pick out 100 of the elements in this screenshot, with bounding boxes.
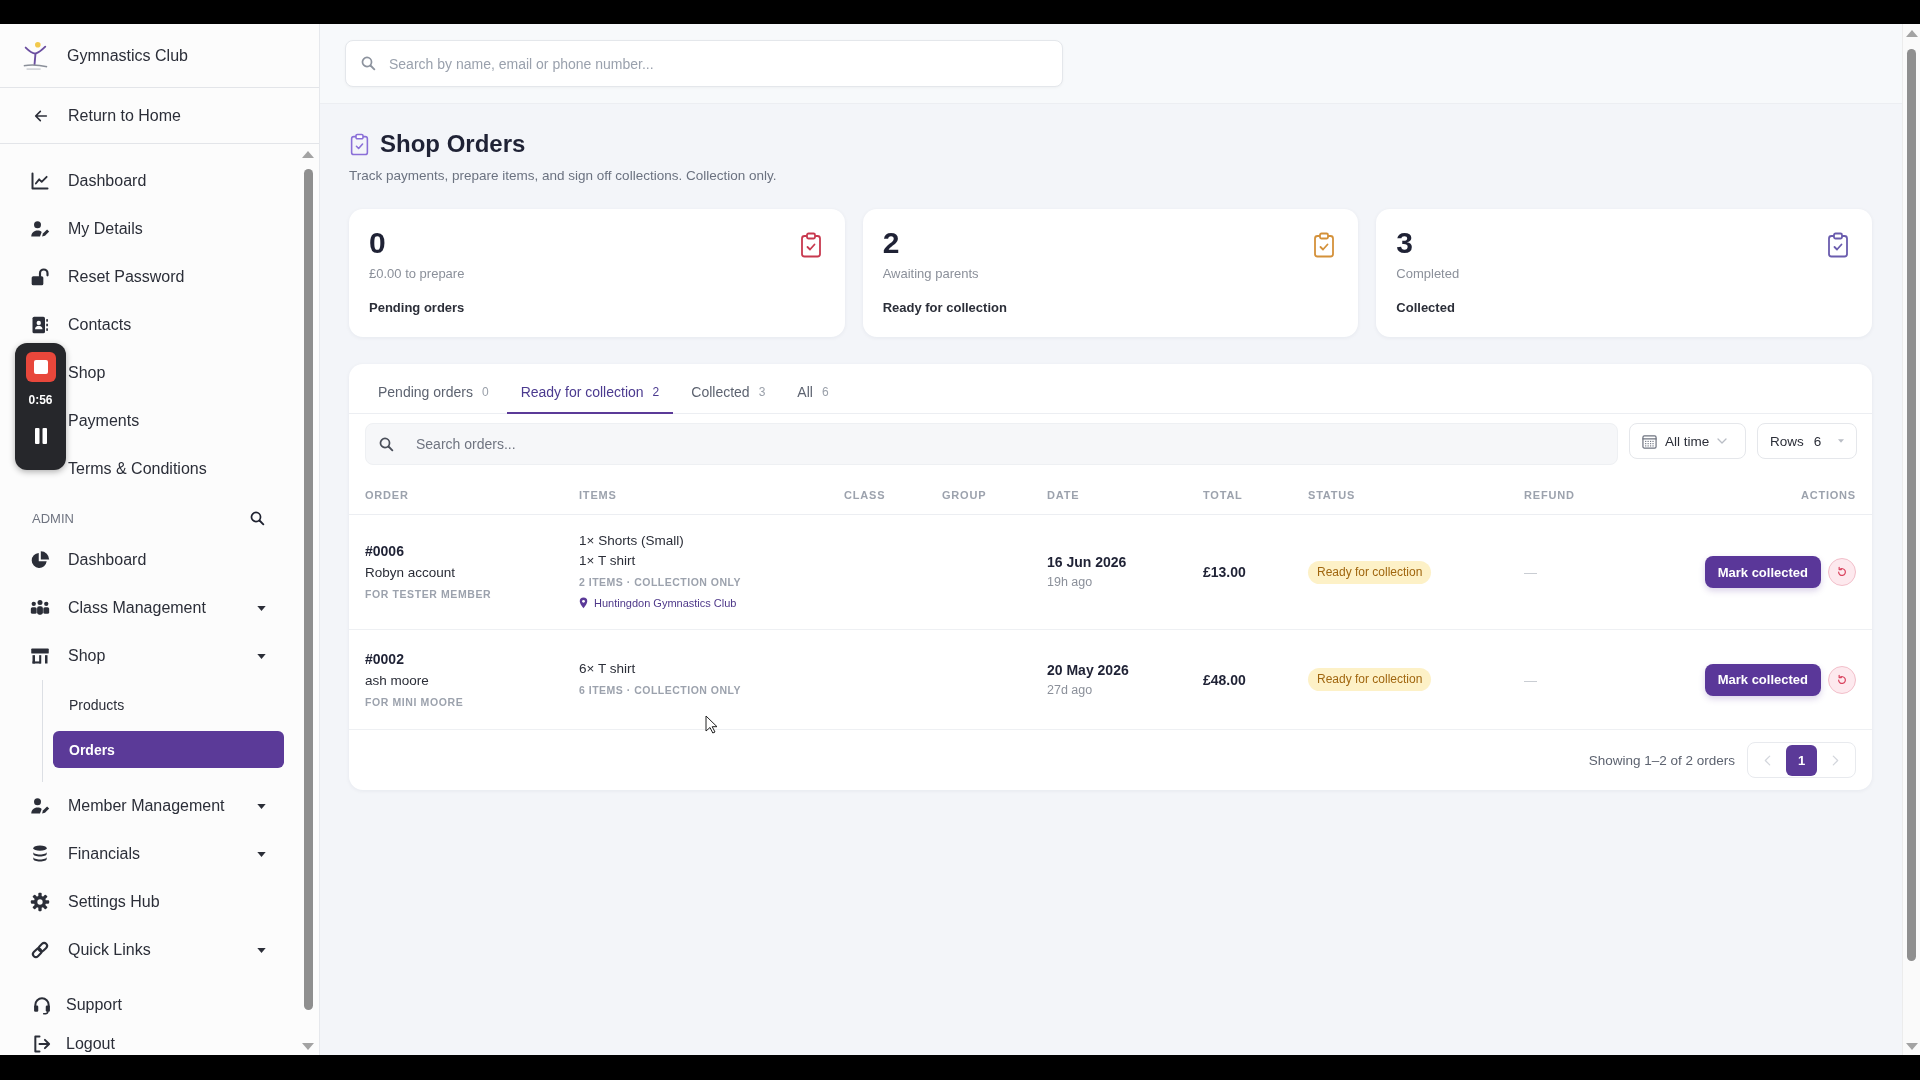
search-icon[interactable] — [249, 510, 265, 526]
stop-icon — [33, 360, 48, 374]
tab[interactable]: Pending orders 0 — [364, 364, 503, 414]
column-header: ORDER — [365, 488, 409, 501]
customer-name: ash moore — [365, 671, 430, 690]
stat-label: Ready for collection — [882, 299, 1007, 317]
status-badge: Ready for collection — [1308, 668, 1432, 691]
nav-item[interactable]: Financials — [30, 830, 266, 878]
nav-item[interactable]: Payments — [68, 397, 266, 445]
submenu-item[interactable]: Products — [53, 686, 284, 723]
nav-item[interactable]: Shop — [30, 632, 266, 680]
person-pencil-icon — [30, 219, 50, 239]
nav-item[interactable]: Reset Password — [30, 253, 266, 301]
nav-item[interactable]: Terms & Conditions — [68, 445, 266, 493]
people-group-icon — [30, 598, 50, 618]
revert-button[interactable] — [1828, 665, 1856, 694]
order-total: £48.00 — [1203, 671, 1246, 688]
pickup-location: Huntingdon Gymnastics Club — [594, 597, 737, 609]
submenu-item[interactable]: Orders — [53, 731, 284, 768]
nav-item[interactable]: My Details — [30, 205, 266, 253]
status-badge: Ready for collection — [1308, 560, 1432, 584]
headset-icon — [32, 995, 52, 1015]
stat-detail: Awaiting parents — [882, 265, 980, 283]
member-name: FOR MINI MOORE — [365, 694, 465, 710]
refund-value: — — [1524, 672, 1537, 688]
line-chart-icon — [30, 171, 50, 191]
mark-collected-button[interactable]: Mark collected — [1704, 556, 1821, 588]
tab[interactable]: Collected 3 — [677, 364, 780, 414]
item-line: 1× Shorts (Small) — [579, 533, 684, 548]
nav-item[interactable]: Dashboard — [30, 157, 266, 205]
column-header: GROUP — [942, 488, 987, 501]
caret-icon — [257, 803, 266, 809]
order-number: #0002 — [365, 649, 405, 669]
search-icon — [378, 436, 394, 452]
link-icon — [30, 940, 50, 960]
nav-item[interactable]: Contacts — [30, 301, 266, 349]
customer-name: Robyn account — [365, 564, 457, 582]
address-book-icon — [30, 315, 50, 335]
tab[interactable]: Ready for collection 2 — [506, 364, 674, 414]
tab[interactable]: All 6 — [783, 364, 843, 414]
page-subtitle: Track payments, prepare items, and sign off collections. Collection only. — [349, 167, 778, 185]
stop-recording-button[interactable] — [25, 352, 56, 382]
coin-stack-icon — [30, 844, 50, 864]
items-summary: 6 ITEMS · COLLECTION ONLY — [579, 683, 742, 696]
mouse-pointer-icon — [705, 715, 718, 734]
revert-button[interactable] — [1828, 558, 1856, 586]
brand-name: Gymnastics Club — [67, 46, 188, 65]
nav-item[interactable]: Dashboard — [30, 536, 266, 584]
column-header: REFUND — [1524, 488, 1575, 501]
search-icon — [360, 55, 376, 71]
chevron-down-icon — [1717, 438, 1728, 444]
chevron-right-icon — [1832, 754, 1839, 766]
column-header: ACTIONS — [1800, 488, 1856, 501]
caret-icon — [257, 653, 266, 659]
search-field[interactable]: Search by name, email or phone number... — [345, 40, 1063, 87]
calendar-icon — [1642, 433, 1657, 449]
nav-item[interactable]: Shop — [68, 349, 266, 397]
rows-dropdown[interactable]: Rows 6 — [1757, 423, 1857, 459]
order-number: #0006 — [365, 542, 405, 561]
caret-icon — [1838, 439, 1844, 443]
search-field[interactable]: Search orders... — [365, 423, 1618, 465]
nav-item[interactable]: Quick Links — [30, 926, 266, 974]
column-header: CLASS — [844, 488, 886, 501]
order-date: 16 Jun 2026 — [1047, 553, 1128, 572]
stat-value: 0 — [369, 226, 387, 260]
caret-icon — [257, 605, 266, 611]
circular-arrow-icon — [1836, 673, 1848, 686]
stat-value: 3 — [1396, 226, 1414, 260]
caret-icon — [257, 947, 266, 953]
nav-item[interactable]: Member Management — [30, 782, 266, 830]
order-total: £13.00 — [1203, 564, 1246, 580]
circular-arrow-icon — [1836, 566, 1848, 578]
nav-item[interactable]: Support — [32, 985, 266, 1025]
pause-icon[interactable] — [33, 428, 48, 444]
caret-icon — [257, 851, 266, 857]
item-line: 6× T shirt — [579, 660, 636, 676]
date-filter-dropdown[interactable]: All time — [1629, 423, 1746, 459]
nav-item[interactable]: Class Management — [30, 584, 266, 632]
item-line: 1× T shirt — [579, 553, 636, 568]
page-button[interactable]: 1 — [1786, 744, 1817, 776]
refund-value: — — [1524, 565, 1537, 580]
nav-item[interactable]: Logout — [32, 1025, 266, 1055]
scrollbar[interactable] — [1902, 24, 1920, 1055]
column-header: ITEMS — [579, 488, 617, 501]
gymnast-logo-icon — [21, 40, 49, 71]
storefront-icon — [30, 646, 50, 666]
stat-label: Collected — [1396, 299, 1456, 317]
column-header: STATUS — [1308, 488, 1356, 501]
items-summary: 2 ITEMS · COLLECTION ONLY — [579, 576, 742, 588]
column-header: DATE — [1047, 488, 1080, 501]
pie-chart-icon — [30, 550, 50, 570]
stat-label: Pending orders — [369, 299, 465, 317]
relative-time: 27d ago — [1047, 681, 1094, 699]
member-name: FOR TESTER MEMBER — [365, 587, 493, 602]
mark-collected-button[interactable]: Mark collected — [1704, 663, 1821, 696]
return-home-link[interactable]: Return to Home — [33, 106, 181, 125]
nav-item[interactable]: Settings Hub — [30, 878, 266, 926]
section-heading: ADMIN — [32, 510, 74, 528]
stat-detail: Completed — [1396, 265, 1460, 283]
settings-icon — [30, 892, 50, 912]
